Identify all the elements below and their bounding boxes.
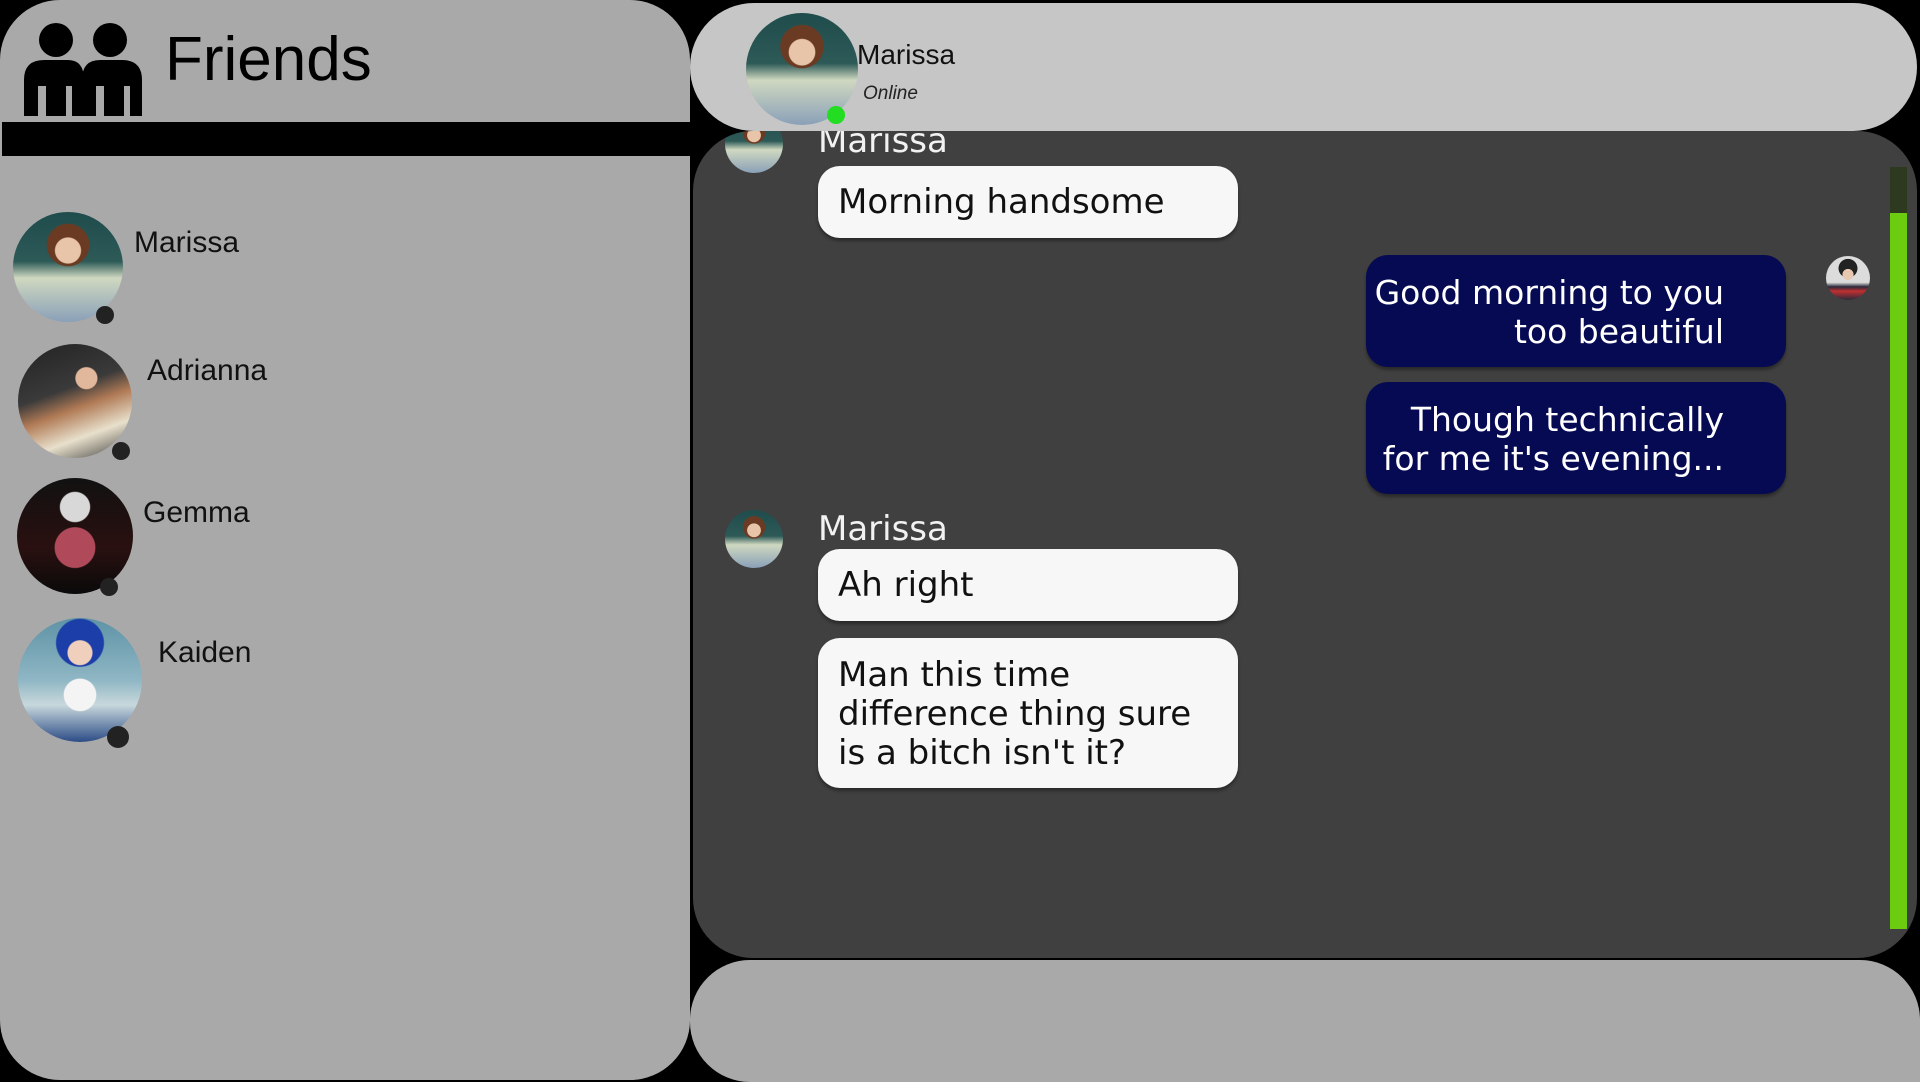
friends-title: Friends	[165, 25, 372, 94]
message-text-line: too beautiful	[1513, 312, 1724, 351]
portrait-gemma	[17, 478, 133, 594]
chat-header: Marissa Online	[690, 3, 1917, 131]
friends-divider-bar	[2, 122, 690, 156]
message-text-line: Good morning to you	[1374, 273, 1724, 312]
chat-scrollbar[interactable]	[1890, 167, 1907, 929]
friend-item-adrianna[interactable]: Adrianna	[0, 340, 680, 460]
contact-status-text: Online	[863, 83, 918, 104]
friend-name: Kaiden	[158, 636, 252, 669]
friends-icon	[24, 23, 142, 116]
avatar	[18, 344, 132, 458]
chat-message-area[interactable]: Marissa Morning handsome Good morning to…	[693, 131, 1917, 958]
portrait-adrianna	[18, 344, 132, 458]
sender-avatar	[725, 510, 783, 568]
message-text-line: difference thing sure	[838, 694, 1192, 734]
friend-name: Adrianna	[147, 354, 268, 387]
message-bubble-incoming: Man this time difference thing sure is a…	[818, 638, 1238, 788]
portrait-marissa	[725, 131, 783, 173]
message-text-line: is a bitch isn't it?	[838, 733, 1127, 773]
chat-scrollbar-thumb[interactable]	[1890, 213, 1907, 929]
sender-avatar	[725, 131, 783, 173]
status-dot	[107, 726, 129, 748]
message-bubble-incoming: Ah right	[818, 549, 1238, 621]
message-bubble-outgoing: Good morning to you too beautiful	[1366, 255, 1786, 367]
status-dot	[96, 306, 114, 324]
sender-name: Marissa	[818, 509, 948, 549]
status-dot	[112, 442, 130, 460]
message-text: Morning handsome	[838, 182, 1165, 222]
message-bubble-outgoing: Though technically for me it's evening..…	[1366, 382, 1786, 494]
avatar	[18, 618, 142, 742]
message-text-line: Though technically	[1410, 400, 1724, 439]
friends-panel: Friends Marissa Adrianna Gemma Kaiden	[0, 0, 690, 1080]
contact-name: Marissa	[857, 39, 956, 70]
message-text-line: for me it's evening...	[1382, 439, 1724, 478]
message-text: Ah right	[838, 565, 974, 605]
portrait-player	[1826, 256, 1870, 300]
friend-item-kaiden[interactable]: Kaiden	[0, 616, 680, 748]
player-avatar	[1826, 256, 1870, 300]
online-status-dot	[827, 106, 845, 124]
friend-name: Gemma	[143, 496, 250, 529]
friend-item-gemma[interactable]: Gemma	[0, 476, 680, 596]
avatar	[17, 478, 133, 594]
friend-name: Marissa	[134, 226, 240, 259]
message-text-line: Man this time	[838, 655, 1071, 695]
status-dot	[100, 578, 118, 596]
portrait-kaiden	[18, 618, 142, 742]
message-input-bar[interactable]	[690, 960, 1920, 1082]
portrait-marissa	[725, 510, 783, 568]
friend-item-marissa[interactable]: Marissa	[0, 208, 680, 328]
sender-name: Marissa	[818, 131, 948, 161]
friends-header: Friends	[0, 0, 690, 122]
message-bubble-incoming: Morning handsome	[818, 166, 1238, 238]
